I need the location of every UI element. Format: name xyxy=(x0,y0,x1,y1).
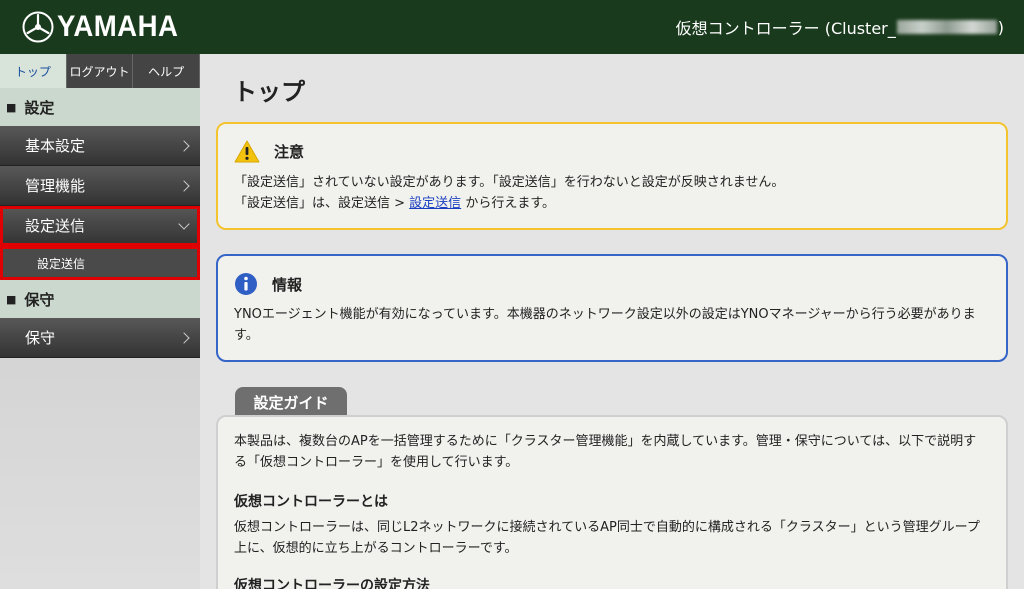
warning-title: 注意 xyxy=(274,143,305,161)
sidebar-item-management[interactable]: 管理機能 xyxy=(0,166,200,206)
section-header-maintenance: ■ 保守 xyxy=(0,280,200,318)
sidebar-item-send-config[interactable]: 設定送信 xyxy=(0,206,200,246)
warning-panel: 注意 「設定送信」されていない設定があります。「設定送信」を行わないと設定が反映… xyxy=(216,122,1008,230)
yamaha-logo: YAMAHA xyxy=(22,10,189,44)
sidebar-item-label: 基本設定 xyxy=(25,137,86,155)
tab-help[interactable]: ヘルプ xyxy=(133,54,201,88)
chevron-down-icon xyxy=(178,217,190,230)
yamaha-tuning-fork-icon xyxy=(22,11,54,43)
main-content: トップ 注意 「設定送信」されていない設定があります。「設定送信」を行わないと設… xyxy=(200,54,1024,589)
sidebar-item-label: 管理機能 xyxy=(25,177,86,195)
guide-text-1: 仮想コントローラーは、同じL2ネットワークに接続されているAP同士で自動的に構成… xyxy=(234,520,980,556)
info-header: 情報 xyxy=(234,272,302,296)
redacted-cluster-id xyxy=(896,20,997,34)
info-title: 情報 xyxy=(272,275,303,294)
warning-header: 注意 xyxy=(234,140,304,163)
sidebar-item-basic-settings[interactable]: 基本設定 xyxy=(0,126,200,166)
square-bullet-icon: ■ xyxy=(6,292,17,306)
info-panel: 情報 YNOエージェント機能が有効になっています。本機器のネットワーク設定以外の… xyxy=(216,254,1008,362)
setup-guide-tab: 設定ガイド xyxy=(235,387,347,417)
sidebar-item-label: 保守 xyxy=(25,329,56,347)
section-label: 保守 xyxy=(24,290,55,309)
guide-heading-2: 仮想コントローラーの設定方法 xyxy=(234,578,430,589)
brand-name: YAMAHA xyxy=(57,10,179,43)
section-label: 設定 xyxy=(24,98,55,117)
device-title-prefix: 仮想コントローラー (Cluster_ xyxy=(675,19,896,38)
sidebar-tabs: トップ ログアウト ヘルプ xyxy=(0,54,201,88)
chevron-right-icon xyxy=(178,139,190,152)
section-header-settings: ■ 設定 xyxy=(0,88,200,126)
warning-line-1: 「設定送信」されていない設定があります。「設定送信」を行わないと設定が反映されま… xyxy=(234,175,785,190)
sidebar: トップ ログアウト ヘルプ ■ 設定 基本設定 管理機能 設定送信 設定送信 ■… xyxy=(0,54,201,589)
warning-line-2: 「設定送信」は、設定送信 > 設定送信 から行えます。 xyxy=(234,193,982,214)
sidebar-subitem-container: 設定送信 xyxy=(0,246,200,280)
warning-line-2-prefix: 「設定送信」は、設定送信 > xyxy=(234,196,410,211)
chevron-right-icon xyxy=(178,179,190,192)
sidebar-item-label: 設定送信 xyxy=(25,217,86,235)
square-bullet-icon: ■ xyxy=(6,100,17,114)
warning-icon xyxy=(234,140,260,163)
warning-body: 「設定送信」されていない設定があります。「設定送信」を行わないと設定が反映されま… xyxy=(234,172,982,214)
setup-guide-panel: 本製品は、複数台のAPを一括管理するために「クラスター管理機能」を内蔵しています… xyxy=(216,415,1008,589)
device-title: 仮想コントローラー (Cluster_ ) xyxy=(676,0,1004,54)
guide-intro: 本製品は、複数台のAPを一括管理するために「クラスター管理機能」を内蔵しています… xyxy=(234,434,977,470)
tab-top[interactable]: トップ xyxy=(0,54,67,88)
send-config-link[interactable]: 設定送信 xyxy=(409,196,461,211)
sidebar-item-maintenance[interactable]: 保守 xyxy=(0,318,200,358)
chevron-right-icon xyxy=(178,331,190,344)
device-title-suffix: ) xyxy=(997,17,1004,37)
tab-logout[interactable]: ログアウト xyxy=(66,54,134,88)
page-title: トップ xyxy=(233,78,305,106)
sidebar-subitem-send-config[interactable]: 設定送信 xyxy=(0,246,200,280)
top-header: YAMAHA 仮想コントローラー (Cluster_ ) xyxy=(0,0,1024,54)
info-icon xyxy=(235,273,257,295)
guide-heading-1: 仮想コントローラーとは xyxy=(234,494,388,510)
warning-line-2-suffix: から行えます。 xyxy=(461,196,556,211)
info-body: YNOエージェント機能が有効になっています。本機器のネットワーク設定以外の設定は… xyxy=(234,307,976,343)
